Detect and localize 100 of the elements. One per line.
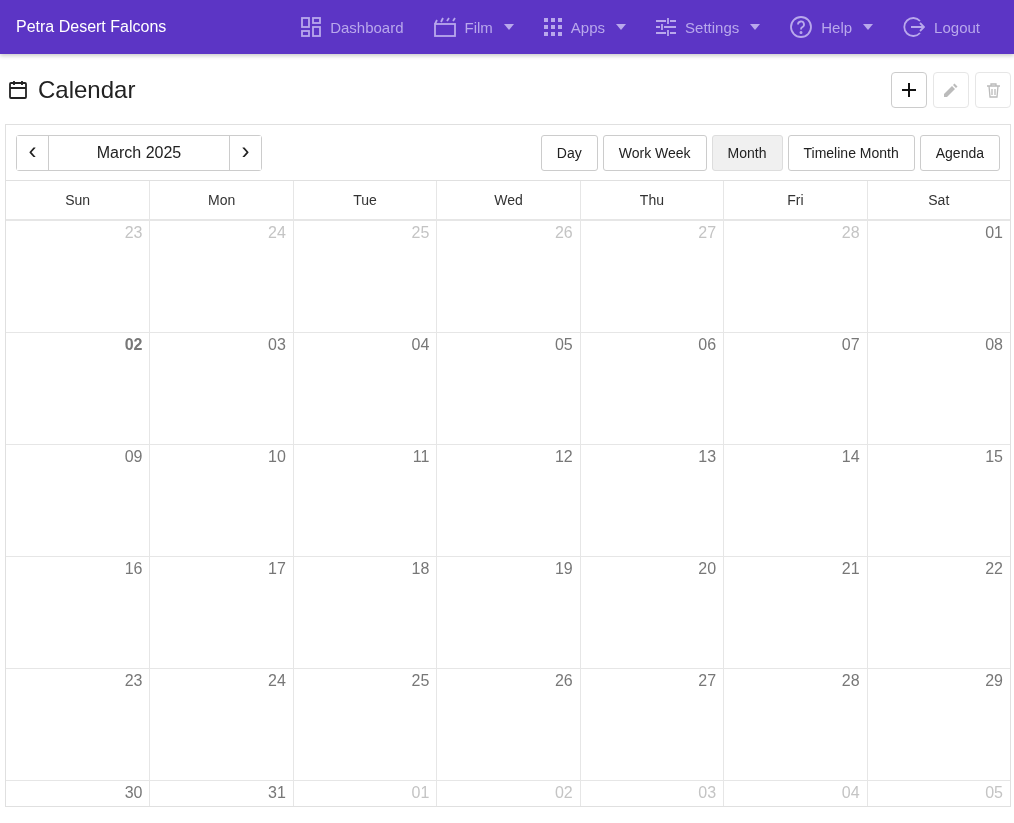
- day-number: 28: [841, 224, 860, 241]
- day-cell[interactable]: 06: [579, 333, 724, 445]
- trash-icon: [986, 82, 1000, 98]
- day-cell[interactable]: 29: [866, 669, 1010, 781]
- nav-link[interactable]: Help: [790, 16, 874, 38]
- day-number: 25: [411, 224, 430, 241]
- day-number: 20: [698, 560, 717, 577]
- day-number: 02: [554, 784, 573, 801]
- day-cell[interactable]: 14: [723, 445, 867, 557]
- day-number: 08: [985, 336, 1003, 353]
- weekday-header: Fri: [723, 181, 867, 219]
- day-cell[interactable]: 16: [6, 557, 150, 669]
- day-cell[interactable]: 12: [436, 445, 580, 557]
- day-number: 13: [698, 448, 717, 465]
- day-cell[interactable]: 24: [149, 669, 293, 781]
- day-number: 23: [124, 224, 143, 241]
- day-cell[interactable]: 18: [292, 557, 437, 669]
- day-number: 03: [698, 784, 717, 801]
- day-cell[interactable]: 10: [149, 445, 293, 557]
- day-number: 15: [985, 448, 1003, 465]
- day-cell[interactable]: 25: [292, 669, 437, 781]
- day-number: 29: [985, 672, 1003, 689]
- day-number: 06: [698, 336, 717, 353]
- caret-icon: [863, 24, 874, 30]
- day-number: 16: [124, 560, 143, 577]
- day-cell[interactable]: 02: [6, 333, 150, 445]
- caret-icon: [750, 24, 761, 30]
- day-cell[interactable]: 27: [579, 669, 724, 781]
- day-cell[interactable]: 09: [6, 445, 150, 557]
- view-button[interactable]: Work Week: [602, 134, 707, 171]
- day-cell[interactable]: 23: [6, 669, 150, 781]
- day-number: 27: [698, 672, 717, 689]
- day-number: 21: [841, 560, 860, 577]
- day-cell[interactable]: 11: [292, 445, 437, 557]
- weekday-header: Mon: [149, 181, 293, 219]
- day-cell[interactable]: 13: [579, 445, 724, 557]
- day-number: 26: [554, 672, 573, 689]
- day-number: 10: [268, 448, 286, 465]
- grid-icon: [543, 18, 562, 36]
- day-cell[interactable]: 21: [723, 557, 867, 669]
- weekday-header: Sat: [866, 181, 1010, 219]
- day-number: 27: [698, 224, 717, 241]
- weekday-header: Tue: [292, 181, 437, 219]
- day-number: 18: [411, 560, 430, 577]
- day-cell[interactable]: 17: [149, 557, 293, 669]
- day-cell[interactable]: 15: [866, 445, 1010, 557]
- day-number: 22: [985, 560, 1003, 577]
- day-cell[interactable]: 19: [436, 557, 580, 669]
- day-number: 19: [554, 560, 573, 577]
- nav-link[interactable]: Film: [433, 17, 514, 37]
- date-picker-button[interactable]: March 2025: [48, 135, 230, 170]
- day-number: 28: [841, 672, 860, 689]
- day-number: 30: [124, 784, 143, 801]
- day-number: 25: [411, 672, 430, 689]
- day-cell[interactable]: 26: [436, 669, 580, 781]
- day-cell[interactable]: 30: [6, 781, 150, 806]
- day-number: 05: [985, 784, 1003, 801]
- sliders-icon: [656, 18, 677, 36]
- weekday-header: Wed: [436, 181, 580, 219]
- day-number: 24: [268, 224, 286, 241]
- day-cell[interactable]: 01: [866, 221, 1010, 333]
- add-button[interactable]: [891, 72, 927, 108]
- day-number: 31: [268, 784, 286, 801]
- page-title: Calendar: [38, 76, 136, 104]
- day-number: 17: [268, 560, 286, 577]
- view-button[interactable]: Timeline Month: [787, 134, 915, 171]
- day-number: 14: [841, 448, 860, 465]
- day-number: 05: [554, 336, 573, 353]
- help-icon: [790, 16, 813, 38]
- view-button[interactable]: Day: [540, 134, 598, 171]
- plus-icon: [901, 82, 917, 98]
- nav-link[interactable]: Dashboard: [301, 17, 404, 37]
- logout-icon: [903, 16, 926, 38]
- day-number: 04: [411, 336, 430, 353]
- day-cell[interactable]: 07: [723, 333, 867, 445]
- calendar-icon: [8, 80, 28, 100]
- day-cell[interactable]: 08: [866, 333, 1010, 445]
- day-cell[interactable]: 22: [866, 557, 1010, 669]
- day-cell[interactable]: 31: [149, 781, 293, 806]
- day-cell[interactable]: 28: [723, 669, 867, 781]
- weekday-header: Thu: [579, 181, 724, 219]
- view-button[interactable]: Month: [711, 134, 783, 171]
- day-cell[interactable]: 05: [436, 333, 580, 445]
- day-number: 11: [412, 448, 430, 465]
- day-number: 26: [554, 224, 573, 241]
- view-button[interactable]: Agenda: [919, 134, 1000, 171]
- dashboard-icon: [301, 17, 322, 37]
- day-cell[interactable]: 20: [579, 557, 724, 669]
- nav-link[interactable]: Logout: [903, 16, 980, 38]
- nav-link[interactable]: Settings: [656, 18, 761, 36]
- weekday-header: Sun: [64, 191, 92, 210]
- caret-icon: [503, 24, 514, 30]
- day-cell[interactable]: 03: [149, 333, 293, 445]
- day-number: 04: [841, 784, 860, 801]
- day-number: 07: [841, 336, 860, 353]
- day-cell[interactable]: 04: [292, 333, 437, 445]
- caret-icon: [616, 24, 627, 30]
- pencil-icon: [944, 83, 958, 97]
- nav-link[interactable]: Apps: [543, 18, 627, 36]
- clapperboard-icon: [433, 17, 456, 37]
